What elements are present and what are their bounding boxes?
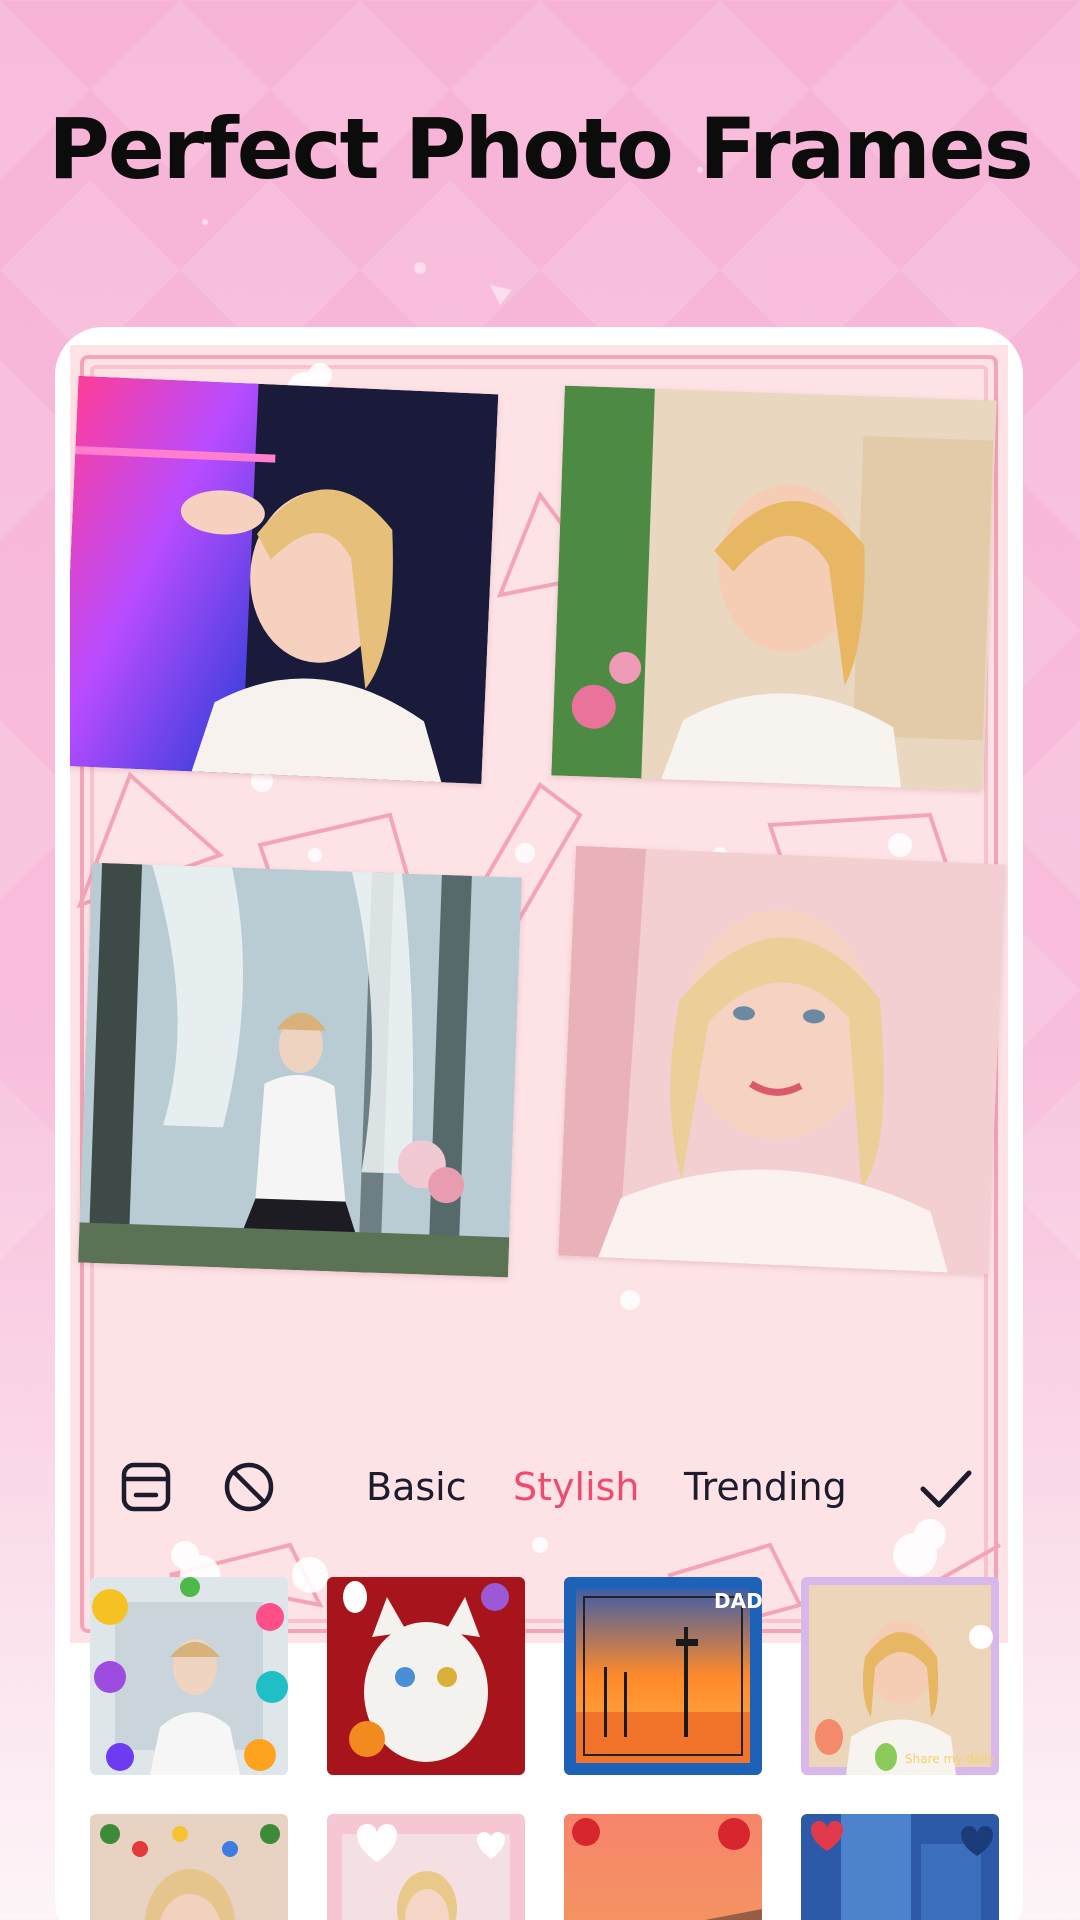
collage-photo-3[interactable] — [78, 862, 522, 1278]
collage-photo-2[interactable] — [551, 385, 997, 791]
frame-thumb-christmas-lights[interactable] — [90, 1814, 288, 1920]
frame-toolbar: Basic Stylish Trending — [55, 1437, 1023, 1537]
frame-thumb-balloon[interactable]: Share my daily — [801, 1577, 999, 1775]
checkmark-icon[interactable] — [915, 1459, 975, 1519]
frame-style-icon[interactable] — [118, 1459, 174, 1515]
dad-badge: DAD — [714, 1589, 762, 1613]
no-frame-icon[interactable] — [221, 1459, 277, 1515]
tab-trending[interactable]: Trending — [684, 1465, 847, 1509]
frame-thumb-halloween[interactable] — [327, 1577, 525, 1775]
collage-photo-4[interactable] — [558, 845, 1006, 1275]
frame-thumb-dad-sunset[interactable]: DAD — [564, 1577, 762, 1775]
collage-photo-1[interactable] — [70, 376, 499, 784]
tab-basic[interactable]: Basic — [366, 1465, 467, 1509]
tab-stylish[interactable]: Stylish — [513, 1465, 640, 1509]
editor-card: Basic Stylish Trending DAD Share my dail… — [55, 327, 1023, 1920]
frame-thumb-doodle[interactable] — [90, 1577, 288, 1775]
balloon-frame-caption: Share my daily — [905, 1752, 995, 1766]
frame-thumb-hearts[interactable] — [327, 1814, 525, 1920]
frame-thumb-roses[interactable] — [564, 1814, 762, 1920]
headline: Perfect Photo Frames — [48, 100, 1033, 198]
frame-thumb-blue-hearts[interactable] — [801, 1814, 999, 1920]
